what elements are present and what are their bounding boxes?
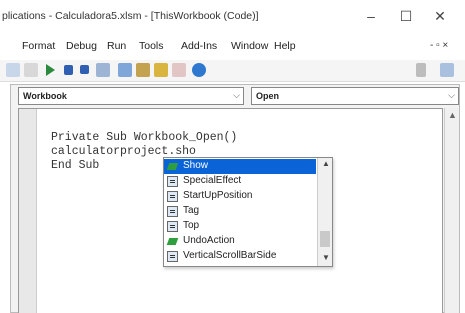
chevron-down-icon[interactable]: ⌵ (233, 90, 240, 101)
design-mode-icon[interactable] (96, 63, 110, 77)
property-icon (167, 251, 178, 262)
property-icon (167, 191, 178, 202)
menu-tools[interactable]: Tools (139, 40, 164, 52)
intellisense-scrollbar[interactable]: ▲ ▼ (317, 158, 332, 266)
property-icon (167, 221, 178, 232)
list-item-label: Show (183, 160, 209, 171)
scroll-up-icon[interactable]: ▲ (322, 159, 330, 168)
procedure-combobox-value: Open (256, 91, 280, 101)
list-item-label: VerticalScrollBarSide (183, 250, 277, 261)
list-item[interactable]: VerticalScrollBarSide (164, 249, 316, 264)
menu-window[interactable]: Window (231, 40, 268, 52)
list-item[interactable]: Tag (164, 204, 316, 219)
method-icon (167, 161, 178, 172)
list-item[interactable]: StartUpPosition (164, 189, 316, 204)
toolbox-icon[interactable] (172, 63, 186, 77)
list-item-label: Tag (183, 205, 200, 216)
object-combobox[interactable]: Workbook ⌵ (18, 87, 244, 105)
procedure-combobox[interactable]: Open ⌵ (251, 87, 459, 105)
object-combobox-value: Workbook (23, 91, 67, 101)
break-icon[interactable] (64, 65, 73, 75)
object-browser-icon[interactable] (154, 63, 168, 77)
scroll-thumb[interactable] (320, 231, 330, 247)
menu-add-ins[interactable]: Add-Ins (181, 40, 217, 52)
undo-icon[interactable] (6, 63, 20, 77)
code-line[interactable]: Private Sub Workbook_Open() (51, 131, 237, 144)
menu-run[interactable]: Run (107, 40, 126, 52)
list-item[interactable]: UndoAction (164, 234, 316, 249)
list-item-label: Top (183, 220, 200, 231)
method-icon (167, 236, 178, 247)
title-bar: plications - Calculadora5.xlsm - [ThisWo… (0, 0, 465, 32)
project-explorer-icon[interactable] (118, 63, 132, 77)
list-item-label: StartUpPosition (183, 190, 253, 201)
intellisense-list[interactable]: Show SpecialEffect StartUpPosition Tag T… (163, 157, 333, 267)
list-item-label: UndoAction (183, 235, 235, 246)
property-icon (167, 206, 178, 217)
close-button[interactable]: ✕ (423, 4, 457, 28)
run-icon[interactable] (46, 64, 55, 76)
menu-debug[interactable]: Debug (66, 40, 97, 52)
vertical-scrollbar[interactable]: ▲ (444, 108, 459, 313)
toolbar-options-icon[interactable] (416, 63, 426, 77)
code-line[interactable]: End Sub (51, 159, 99, 172)
help-icon[interactable] (192, 63, 206, 77)
margin-indicator-bar[interactable] (19, 109, 37, 313)
list-item-label: SpecialEffect (183, 175, 242, 186)
scroll-down-icon[interactable]: ▼ (322, 253, 330, 262)
grid-icon[interactable] (440, 63, 454, 77)
properties-icon[interactable] (136, 63, 150, 77)
scroll-up-icon[interactable]: ▲ (448, 110, 457, 120)
window-title: plications - Calculadora5.xlsm - [ThisWo… (2, 10, 259, 22)
minimize-button[interactable]: – (354, 4, 388, 28)
reset-icon[interactable] (80, 65, 89, 74)
list-item[interactable]: SpecialEffect (164, 174, 316, 189)
chevron-down-icon[interactable]: ⌵ (448, 90, 455, 101)
list-item[interactable]: Top (164, 219, 316, 234)
redo-icon[interactable] (24, 63, 38, 77)
mdi-controls[interactable]: - ▫ × (430, 40, 448, 51)
list-item[interactable]: Show (164, 159, 316, 174)
menu-help[interactable]: Help (274, 40, 296, 52)
menu-bar: Format Debug Run Tools Add-Ins Window He… (0, 32, 465, 60)
property-icon (167, 176, 178, 187)
menu-format[interactable]: Format (22, 40, 55, 52)
maximize-button[interactable]: ☐ (389, 4, 423, 28)
standard-toolbar (0, 60, 465, 82)
